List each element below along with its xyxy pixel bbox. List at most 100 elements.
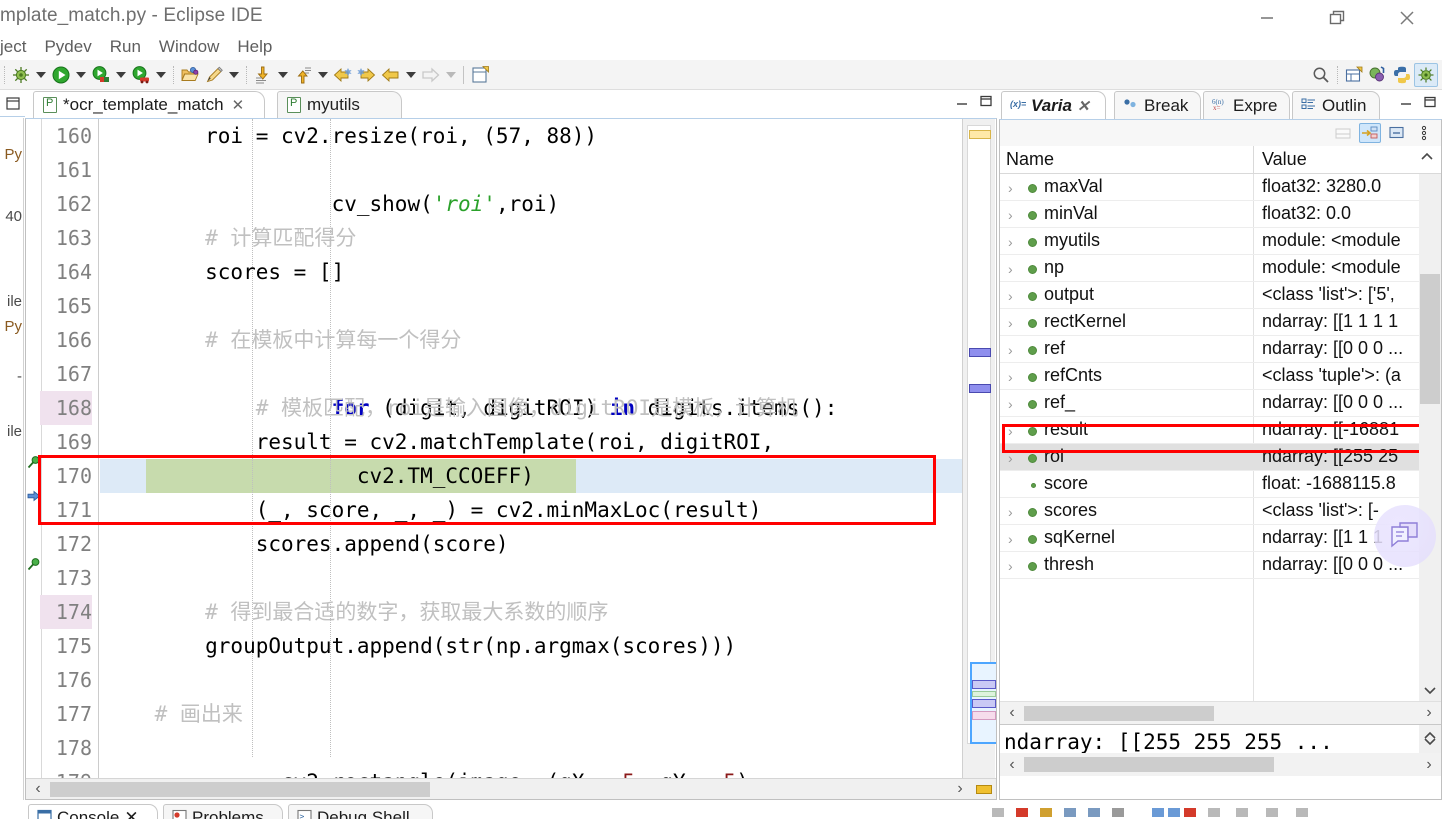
scroll-right-arrow-icon[interactable]: ›	[1417, 756, 1441, 774]
minimize-view-icon[interactable]	[1399, 95, 1413, 114]
scroll-thumb[interactable]	[1024, 705, 1214, 721]
forward-dropdown-arrow[interactable]	[443, 63, 459, 87]
menu-item-project[interactable]: ject	[0, 37, 35, 57]
show-detail-pane-icon[interactable]	[1386, 123, 1408, 143]
table-row[interactable]: › maxVal float32: 3280.0	[1000, 174, 1441, 201]
scroll-track[interactable]	[1024, 705, 1417, 721]
scroll-left-arrow-icon[interactable]: ‹	[1000, 704, 1024, 722]
expand-arrow-icon[interactable]: ›	[1008, 288, 1013, 304]
close-icon[interactable]	[1372, 0, 1442, 36]
variable-detail-pane[interactable]: ndarray: [[255 255 255 ... [255 255 255 …	[1000, 724, 1441, 776]
scroll-thumb[interactable]	[50, 781, 430, 797]
table-row[interactable]: › output <class 'list'>: ['5',	[1000, 282, 1441, 309]
expand-arrow-icon[interactable]: ›	[1008, 261, 1013, 277]
open-perspective-icon[interactable]	[1342, 63, 1366, 87]
table-row[interactable]: › myutils module: <module	[1000, 228, 1441, 255]
column-header-name[interactable]: Name	[1006, 149, 1054, 170]
expand-arrow-icon[interactable]: ›	[1008, 369, 1013, 385]
tab-expressions[interactable]: 6(n) x= Expre	[1203, 91, 1290, 119]
view-menu-icon[interactable]	[1413, 123, 1435, 143]
maximize-view-icon[interactable]	[979, 94, 993, 113]
expand-arrow-icon[interactable]: ›	[1008, 180, 1013, 196]
breakpoint-icon[interactable]	[27, 557, 41, 571]
pydev-perspective-icon[interactable]	[1390, 63, 1414, 87]
previous-annotation-arrow[interactable]	[315, 63, 331, 87]
scroll-track[interactable]	[50, 781, 948, 797]
back-dropdown-arrow[interactable]	[403, 63, 419, 87]
scroll-down-arrow-icon[interactable]	[1419, 730, 1441, 752]
expand-arrow-icon[interactable]: ›	[1008, 315, 1013, 331]
expand-arrow-icon[interactable]: ›	[1008, 531, 1013, 547]
menu-item-pydev[interactable]: Pydev	[35, 37, 100, 57]
tab-breakpoints[interactable]: Break	[1114, 91, 1201, 119]
run-dropdown-arrow[interactable]	[73, 63, 89, 87]
scroll-right-arrow-icon[interactable]: ›	[948, 780, 972, 798]
table-row[interactable]: › ref ndarray: [[0 0 0 ...	[1000, 336, 1441, 363]
tab-outline[interactable]: Outlin	[1292, 91, 1380, 119]
search-icon[interactable]	[1309, 63, 1333, 87]
scroll-thumb[interactable]	[1420, 274, 1440, 404]
next-annotation-arrow[interactable]	[275, 63, 291, 87]
scroll-track[interactable]	[1024, 757, 1417, 772]
breakpoint-icon[interactable]	[27, 455, 41, 469]
minimize-icon[interactable]	[1232, 0, 1302, 36]
forward-history-icon[interactable]	[355, 63, 379, 87]
table-row[interactable]: › result ndarray: [[-16881	[1000, 417, 1441, 444]
table-row[interactable]: › refCnts <class 'tuple'>: (a	[1000, 363, 1441, 390]
open-resource-icon[interactable]	[178, 63, 202, 87]
editor-body[interactable]: 160 161 162 163 164 165 166 167 168 169 …	[25, 118, 997, 800]
run-external-tools-icon[interactable]	[89, 63, 113, 87]
collapse-detail-pane-icon[interactable]	[1332, 123, 1354, 143]
variables-horizontal-scrollbar[interactable]: ‹ ›	[1000, 701, 1441, 724]
table-row[interactable]: › thresh ndarray: [[0 0 0 ...	[1000, 552, 1441, 579]
table-row[interactable]: › np module: <module	[1000, 255, 1441, 282]
pencil-marker-icon[interactable]	[202, 63, 226, 87]
back-history-icon[interactable]	[331, 63, 355, 87]
overview-ruler[interactable]	[962, 119, 996, 778]
tab-variables[interactable]: (x)= Varia ✕	[1001, 91, 1106, 119]
code-text-area[interactable]: roi = cv2.resize(roi, (57, 88)) cv_show(…	[100, 119, 962, 778]
detail-horizontal-scrollbar[interactable]: ‹ ›	[1000, 753, 1441, 776]
debug-perspective-icon[interactable]	[1414, 63, 1438, 87]
table-row[interactable]: › ref_ ndarray: [[0 0 0 ...	[1000, 390, 1441, 417]
table-row[interactable]: › scores <class 'list'>: [-	[1000, 498, 1441, 525]
variables-list[interactable]: › maxVal float32: 3280.0 › minVal float3…	[1000, 174, 1441, 701]
expand-arrow-icon[interactable]: ›	[1008, 450, 1013, 466]
debug-dropdown-arrow[interactable]	[33, 63, 49, 87]
close-icon[interactable]: ✕	[124, 808, 138, 819]
coverage-icon[interactable]	[129, 63, 153, 87]
scroll-right-arrow-icon[interactable]: ›	[1417, 704, 1441, 722]
overview-viewport-thumb[interactable]	[970, 662, 996, 744]
overview-ruler-track[interactable]	[967, 125, 996, 744]
tab-problems[interactable]: Problems	[163, 804, 283, 819]
menu-item-help[interactable]: Help	[228, 37, 281, 57]
menu-item-run[interactable]: Run	[101, 37, 150, 57]
editor-tab-ocr-template-match[interactable]: *ocr_template_match ✕	[33, 91, 265, 118]
scroll-left-arrow-icon[interactable]: ‹	[1000, 756, 1024, 774]
table-row[interactable]: › minVal float32: 0.0	[1000, 201, 1441, 228]
run-external-dropdown-arrow[interactable]	[113, 63, 129, 87]
expand-arrow-icon[interactable]: ›	[1008, 234, 1013, 250]
column-header-value[interactable]: Value	[1262, 149, 1307, 170]
close-icon[interactable]: ✕	[1077, 97, 1090, 115]
scroll-left-arrow-icon[interactable]: ‹	[26, 780, 50, 798]
debug-icon[interactable]	[9, 63, 33, 87]
menu-item-window[interactable]: Window	[150, 37, 228, 57]
perspective-icon[interactable]	[1366, 63, 1390, 87]
editor-horizontal-scrollbar[interactable]: ‹ ›	[26, 778, 996, 799]
marker-dropdown-arrow[interactable]	[226, 63, 242, 87]
expand-arrow-icon[interactable]: ›	[1008, 423, 1013, 439]
new-editor-icon[interactable]	[468, 63, 492, 87]
tab-debug-shell[interactable]: > Debug Shell	[288, 804, 433, 819]
next-annotation-icon[interactable]	[251, 63, 275, 87]
table-row[interactable]: › rectKernel ndarray: [[1 1 1 1	[1000, 309, 1441, 336]
column-divider[interactable]	[1253, 146, 1254, 173]
expand-arrow-icon[interactable]: ›	[1008, 207, 1013, 223]
coverage-dropdown-arrow[interactable]	[153, 63, 169, 87]
left-panel-tab[interactable]	[0, 90, 25, 117]
expand-arrow-icon[interactable]: ›	[1008, 504, 1013, 520]
restore-icon[interactable]	[1302, 0, 1372, 36]
maximize-view-icon[interactable]	[1423, 95, 1437, 114]
scroll-up-arrow-icon[interactable]	[1419, 150, 1435, 167]
table-row[interactable]: score float: -1688115.8	[1000, 471, 1441, 498]
